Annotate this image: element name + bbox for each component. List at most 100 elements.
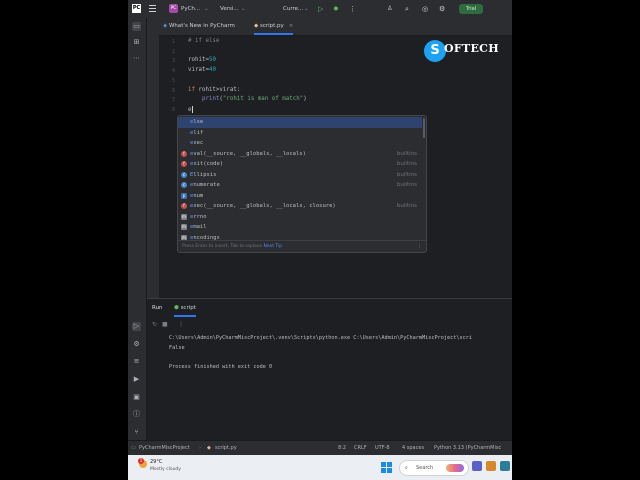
more-actions-icon[interactable]: ⋮: [349, 0, 356, 18]
completion-name: enum: [190, 192, 204, 199]
project-folder-icon[interactable]: ▭: [132, 22, 141, 31]
function-icon: f: [181, 150, 187, 157]
run-tab-script[interactable]: ⬢ script: [174, 299, 196, 317]
run-config-selector[interactable]: Curre...: [283, 0, 303, 18]
chevron-down-icon: ⌄: [204, 6, 209, 12]
code-line: virat=40: [188, 67, 216, 73]
windows-start-icon[interactable]: [381, 462, 392, 473]
project-selector[interactable]: PyCh...: [181, 0, 200, 18]
run-side-strip: [147, 317, 165, 441]
pycharm-window: PC PC PyCh... ⌄ Versi... ⌄ Curre... ⌄ ▷ …: [128, 0, 512, 480]
search-everywhere-icon[interactable]: ⌕: [405, 0, 409, 18]
search-placeholder: Search: [416, 465, 434, 471]
completion-item[interactable]: exec: [178, 138, 422, 149]
tab-label: What's New in PyCharm: [168, 23, 235, 29]
function-icon: f: [181, 161, 187, 167]
code-text: print("rohit is man of match"): [201, 96, 307, 102]
problems-icon[interactable]: ⓘ: [132, 410, 141, 419]
python-run-icon: ⬢: [174, 305, 179, 311]
completion-item[interactable]: f eval(__source, __globals, __locals) buil…: [178, 149, 422, 160]
chevron-down-icon: ⌄: [304, 6, 309, 12]
vcs-selector[interactable]: Versi...: [220, 0, 239, 18]
python-packages-icon[interactable]: ⚙: [132, 340, 141, 349]
git-icon[interactable]: ⑂: [132, 428, 141, 437]
tab-whats-new[interactable]: ◈ What's New in PyCharm: [163, 18, 235, 35]
popup-hint: Press Enter to insert, Tab to replace Ne…: [182, 241, 282, 252]
structure-icon[interactable]: ⊞: [132, 38, 141, 47]
completion-item[interactable]: else: [178, 117, 422, 128]
completion-name: Ellipsis: [190, 171, 217, 178]
completion-item[interactable]: m email: [178, 222, 422, 233]
completion-name: exit(code): [190, 161, 224, 167]
completion-item[interactable]: c enumerate builtins: [178, 180, 422, 191]
completion-item[interactable]: m encodings: [178, 233, 422, 241]
trial-badge[interactable]: Trial: [459, 4, 483, 14]
completion-item[interactable]: c Ellipsis builtins: [178, 170, 422, 181]
more-tools-icon[interactable]: ⋯: [132, 54, 141, 63]
completion-name: exec(__source, __globals, __locals, clos…: [190, 203, 336, 209]
code-line: if rohit>virat:: [188, 87, 240, 93]
notification-badge: 1: [138, 458, 144, 464]
line-number: 3: [171, 58, 175, 64]
taskbar-app-icon[interactable]: [500, 461, 510, 471]
line-number: 6: [171, 88, 175, 94]
taskbar-app-icon[interactable]: [472, 461, 482, 471]
completion-name: email: [190, 224, 207, 230]
completion-name: eval(__source, __globals, __locals): [190, 150, 306, 157]
logo-text: OFTECH: [444, 42, 499, 55]
next-tip-link[interactable]: Next Tip: [263, 244, 282, 249]
editor-tabs: ◈ What's New in PyCharm ◆ script.py ×: [159, 18, 512, 36]
code-text: if rohit>virat:: [188, 87, 241, 93]
windows-taskbar: 1 29°C Mostly cloudy ⌕ Search: [128, 455, 512, 480]
module-icon: m: [181, 213, 187, 220]
breadcrumb-file[interactable]: script.py: [215, 441, 237, 456]
run-icon[interactable]: ▷: [318, 0, 323, 18]
taskbar-search[interactable]: ⌕ Search: [399, 460, 469, 476]
services-icon[interactable]: ▶: [132, 375, 141, 384]
code-text: virat=40: [188, 67, 216, 73]
run-title: Run: [152, 305, 163, 311]
class-icon: c: [181, 171, 187, 178]
file-encoding[interactable]: UTF-8: [375, 441, 390, 456]
pycharm-logo-icon: PC: [132, 4, 141, 13]
completion-item[interactable]: m errno: [178, 212, 422, 223]
line-number: 7: [171, 97, 175, 103]
completion-name: encodings: [190, 234, 220, 241]
tab-script-py[interactable]: ◆ script.py ×: [254, 18, 294, 35]
settings-gear-icon[interactable]: ⚙: [439, 0, 445, 18]
caret-position[interactable]: 8:2: [338, 441, 346, 456]
main-menu-icon[interactable]: [149, 5, 156, 12]
code-line: rohit=50: [188, 57, 216, 63]
layers-icon[interactable]: ≡: [132, 357, 141, 366]
breadcrumb-project[interactable]: PyCharmMiscProject: [139, 441, 190, 456]
run-tool-icon[interactable]: ▷: [132, 322, 141, 331]
line-separator[interactable]: CRLF: [354, 441, 367, 456]
chevron-right-icon: ›: [199, 445, 201, 451]
close-icon[interactable]: ×: [289, 23, 294, 29]
python-interpreter[interactable]: Python 3.13 (PyCharmMisc: [434, 441, 501, 456]
taskbar-app-icon[interactable]: [486, 461, 496, 471]
indent-setting[interactable]: 4 spaces: [402, 441, 424, 456]
line-number: 4: [171, 68, 175, 74]
collaboration-icon[interactable]: ♙: [387, 0, 392, 18]
logo-mark: S: [424, 40, 446, 62]
completion-item[interactable]: p enum: [178, 191, 422, 202]
title-bar: PC PC PyCh... ⌄ Versi... ⌄ Curre... ⌄ ▷ …: [128, 0, 512, 19]
terminal-icon[interactable]: ▣: [132, 393, 141, 402]
completion-item[interactable]: elif: [178, 128, 422, 139]
python-module-icon: p: [181, 192, 187, 199]
weather-temp[interactable]: 29°C: [150, 459, 162, 465]
debug-icon[interactable]: ✹: [333, 0, 339, 18]
completion-source: builtins: [396, 171, 417, 178]
completion-name: elif: [190, 129, 204, 136]
popup-more-icon[interactable]: ⋮: [418, 241, 423, 252]
pycharm-tab-icon: ◈: [163, 23, 168, 29]
completion-name: exec: [190, 140, 204, 146]
run-header: Run ⬢ script: [147, 299, 512, 317]
ai-assistant-icon[interactable]: ◎: [422, 0, 428, 18]
completion-source: builtins: [396, 182, 417, 188]
weather-desc[interactable]: Mostly cloudy: [150, 467, 181, 472]
completion-item[interactable]: f exit(code) builtins: [178, 159, 422, 170]
search-highlight-icon: [446, 464, 464, 472]
completion-item[interactable]: f exec(__source, __globals, __locals, clo…: [178, 201, 422, 212]
